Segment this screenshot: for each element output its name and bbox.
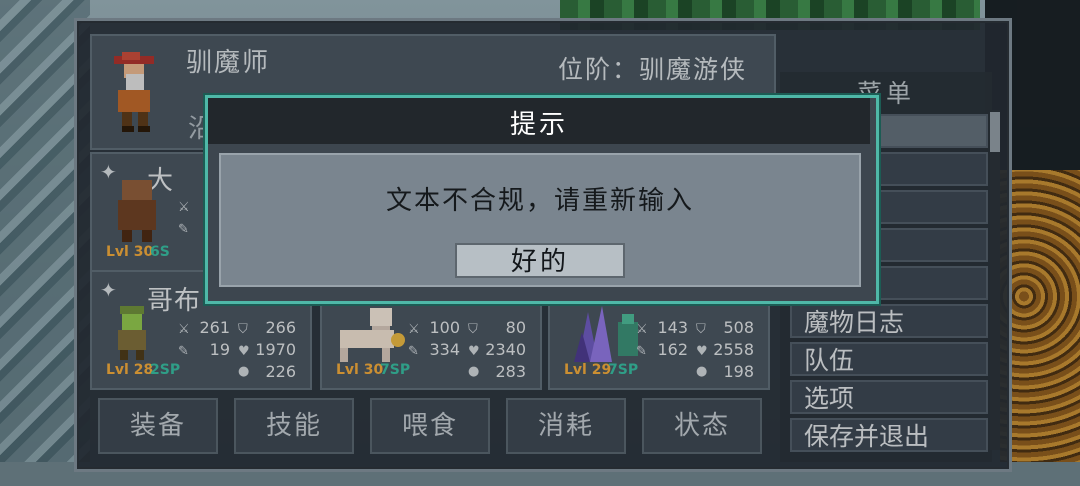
dialog-title: 提示 (509, 110, 568, 140)
dialog-message: 文本不合规，请重新输入 (385, 186, 694, 216)
ok-button[interactable]: 好的 (455, 243, 625, 278)
